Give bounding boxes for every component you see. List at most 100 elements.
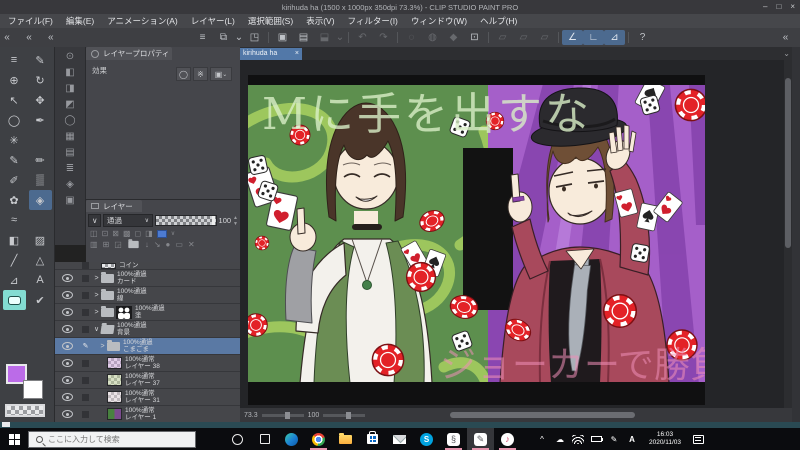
subtool-icon-3[interactable]: ◨ — [65, 83, 74, 94]
palette-combo[interactable]: ∨ — [88, 214, 101, 227]
lock-layer-icon[interactable]: ⊡ — [102, 229, 109, 238]
chrome-button[interactable] — [305, 428, 332, 450]
merge-down-icon[interactable]: ↘ — [154, 240, 161, 249]
decoration-tool[interactable]: ✿ — [3, 190, 26, 210]
visibility-eye-icon[interactable] — [61, 308, 73, 316]
horizontal-scrollbar-thumb[interactable] — [450, 412, 635, 418]
opacity-slider-handle[interactable] — [211, 216, 215, 225]
subtool-icon-2[interactable]: ◧ — [65, 67, 74, 78]
airbrush-tool[interactable]: ▒ — [29, 170, 52, 190]
menu-selection[interactable]: 選択範囲(S) — [248, 15, 293, 27]
zoom-tool[interactable]: ⊕ — [3, 70, 26, 90]
itunes-button[interactable]: ♪ — [494, 428, 521, 450]
palette-option-icon[interactable]: ▥ — [90, 240, 98, 249]
visibility-eye-icon[interactable] — [61, 359, 73, 367]
layer-row-komagoma-selected[interactable]: ✎ > 100%通過 こまごま — [55, 338, 240, 355]
clip-studio-paint-button[interactable]: ✎ — [467, 428, 494, 450]
expression-color-button[interactable]: ▣ ⌄ — [210, 67, 232, 81]
new-raster-layer-icon[interactable]: ⊞ — [103, 240, 110, 249]
opacity-slider[interactable] — [155, 215, 217, 226]
save-icon[interactable]: ⬓ — [314, 30, 335, 45]
snap-special-ruler-icon[interactable]: ∟ — [583, 30, 604, 45]
edge-button[interactable] — [278, 428, 305, 450]
create-mask-icon[interactable]: ● — [166, 240, 171, 249]
menu-window[interactable]: ウィンドウ(W) — [411, 15, 467, 27]
text-tool[interactable]: A — [29, 270, 52, 290]
new-canvas-icon[interactable]: ▣ — [272, 30, 293, 45]
search-box[interactable] — [28, 430, 196, 448]
panel-collapse-icon[interactable]: « — [44, 30, 192, 45]
zoom-slider[interactable] — [261, 411, 304, 419]
layer-property-tab[interactable]: レイヤープロパティ — [86, 47, 172, 60]
search-input[interactable] — [48, 434, 178, 444]
close-button[interactable]: × — [790, 2, 795, 11]
file-explorer-button[interactable] — [332, 428, 359, 450]
layer-row-38[interactable]: 100%通常 レイヤー 38 — [55, 355, 240, 372]
subtool-icon-8[interactable]: ≣ — [66, 163, 74, 174]
balloon-tool[interactable] — [2, 290, 26, 310]
save-chevron-icon[interactable]: ⌄ — [335, 30, 345, 45]
folder-arrow-icon[interactable]: > — [92, 275, 101, 282]
toolbox-collapse-icon[interactable]: « — [0, 30, 14, 45]
menu-layer[interactable]: レイヤー(L) — [191, 15, 235, 27]
eyedropper-tool[interactable]: ✒ — [29, 110, 52, 130]
blend-mode-dropdown[interactable]: 通過 ∨ — [103, 214, 153, 227]
subtool-icon-6[interactable]: ▦ — [65, 131, 74, 142]
layer-row-31[interactable]: 100%通常 レイヤー 31 — [55, 389, 240, 406]
document-tab[interactable]: kirihuda ha × — [240, 47, 302, 60]
menu-animation[interactable]: アニメーション(A) — [107, 15, 178, 27]
apply-mask-icon[interactable]: ▭ — [175, 240, 183, 249]
redo-icon[interactable]: ↷ — [373, 30, 394, 45]
layer-color-chevron-icon[interactable]: ∨ — [171, 230, 175, 237]
layer-row-37[interactable]: 100%通常 レイヤー 37 — [55, 372, 240, 389]
canvas-artwork[interactable]: Mに手を出すな ジョーカーで勝負 — [248, 75, 705, 405]
visibility-eye-icon[interactable] — [61, 291, 73, 299]
selection-border-icon[interactable]: ◆ — [443, 30, 464, 45]
object-tool[interactable]: ↖ — [3, 90, 26, 110]
sub-color-swatch[interactable] — [23, 380, 43, 399]
border-effect-button[interactable]: ◯ — [176, 67, 191, 81]
wifi-button[interactable] — [569, 428, 587, 450]
menu-help[interactable]: ヘルプ(H) — [480, 15, 517, 27]
command-bar-collapse-icon[interactable]: « — [775, 30, 796, 45]
deselect-icon[interactable]: ◌ — [401, 30, 422, 45]
notification-button[interactable] — [689, 428, 707, 450]
crop-icon[interactable]: ⊡ — [464, 30, 485, 45]
layer-row-card[interactable]: > 100%通過 カード — [55, 270, 240, 287]
snap-ruler-icon[interactable]: ∠ — [562, 30, 583, 45]
tab-close-icon[interactable]: × — [295, 50, 299, 57]
clip-studio-button[interactable]: § — [440, 428, 467, 450]
subtool-icon-7[interactable]: ▤ — [65, 147, 74, 158]
layer-color-icon[interactable] — [156, 229, 167, 238]
visibility-eye-icon[interactable] — [61, 376, 73, 384]
invert-selection-icon[interactable]: ◍ — [422, 30, 443, 45]
subtool-icon-9[interactable]: ◈ — [66, 179, 74, 190]
workspace-icon[interactable]: ⧉ — [213, 30, 234, 45]
selection-tool[interactable]: ◯ — [3, 110, 26, 130]
tone-effect-button[interactable]: ※ — [193, 67, 208, 81]
rotate-canvas-tool[interactable]: ↻ — [29, 70, 52, 90]
zoom-slider-handle[interactable] — [284, 411, 290, 419]
rotate-slider-handle[interactable] — [346, 411, 352, 419]
pen-settings-button[interactable]: ✎ — [605, 428, 623, 450]
rect-a-icon[interactable]: ▱ — [492, 30, 513, 45]
onedrive-button[interactable]: ☁ — [551, 428, 569, 450]
layer-row-paint[interactable]: > 100%通過塗 — [55, 304, 240, 321]
frame-tool[interactable]: △ — [29, 250, 52, 270]
new-folder-icon[interactable] — [128, 239, 139, 249]
layer-row-background[interactable]: ∨ 100%通過 背景 — [55, 321, 240, 338]
transfer-down-icon[interactable]: ↓ — [145, 240, 149, 249]
opacity-stepper[interactable]: ▲ ▼ — [233, 215, 238, 227]
rotate-slider[interactable] — [323, 411, 366, 419]
visibility-eye-icon[interactable] — [61, 393, 73, 401]
tray-expand-button[interactable]: ^ — [533, 428, 551, 450]
cortana-button[interactable] — [224, 428, 251, 450]
delete-layer-icon[interactable]: ✕ — [188, 240, 195, 249]
visibility-eye-icon[interactable] — [61, 274, 73, 282]
clip-to-layer-icon[interactable]: ◫ — [90, 229, 98, 238]
tab-list-chevron-icon[interactable]: ⌄ — [783, 49, 790, 58]
vertical-scrollbar-thumb[interactable] — [785, 78, 791, 248]
help-icon[interactable]: ? — [632, 30, 653, 45]
menu-filter[interactable]: フィルター(I) — [348, 15, 398, 27]
clock[interactable]: 16:03 2020/11/03 — [641, 431, 689, 447]
